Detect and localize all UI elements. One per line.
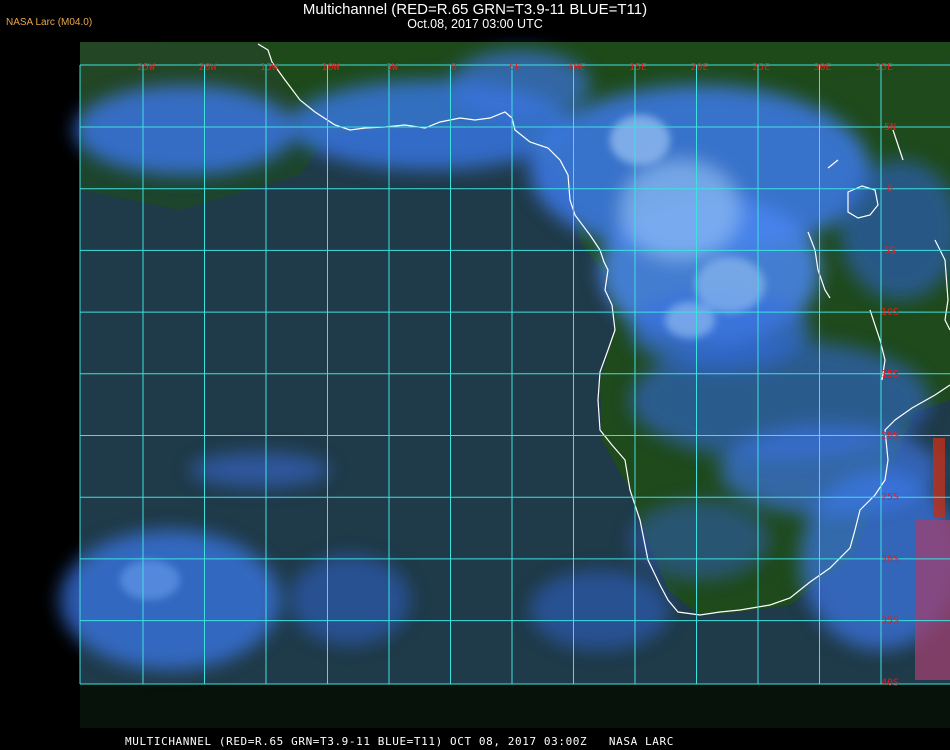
longitude-label: 10W	[321, 62, 340, 73]
longitude-label: 15W	[260, 62, 279, 73]
longitude-label: 10E	[567, 62, 585, 73]
longitude-label: 5E	[509, 62, 521, 73]
longitude-label: 5W	[386, 62, 399, 73]
latitude-label: 10S	[881, 307, 899, 318]
latitude-label: 0	[887, 184, 893, 195]
longitude-label: 20W	[198, 62, 217, 73]
satellite-map: 25W 20W 15W 10W 5W 0 5E 10E 15E 20E 25E 30E 35E 5N 0 5S…	[60, 42, 950, 728]
longitude-label: 25W	[137, 62, 156, 73]
latitude-label: 35S	[881, 616, 899, 627]
image-caption: MULTICHANNEL (RED=R.65 GRN=T3.9-11 BLUE=…	[125, 735, 674, 748]
longitude-label: 30E	[813, 62, 831, 73]
longitude-label: 0	[450, 62, 456, 73]
latitude-label: 30S	[881, 554, 899, 565]
longitude-label: 25E	[752, 62, 770, 73]
longitude-label: 35E	[875, 62, 893, 73]
latitude-label: 5N	[884, 122, 896, 133]
longitude-label: 20E	[690, 62, 708, 73]
latitude-label: 25S	[881, 492, 899, 503]
longitude-label: 15E	[629, 62, 647, 73]
latitude-label: 40S	[881, 677, 899, 688]
latitude-label: 5S	[884, 245, 896, 256]
lower-image-band	[80, 684, 950, 728]
latitude-label: 15S	[881, 369, 899, 380]
latitude-label: 20S	[881, 431, 899, 442]
